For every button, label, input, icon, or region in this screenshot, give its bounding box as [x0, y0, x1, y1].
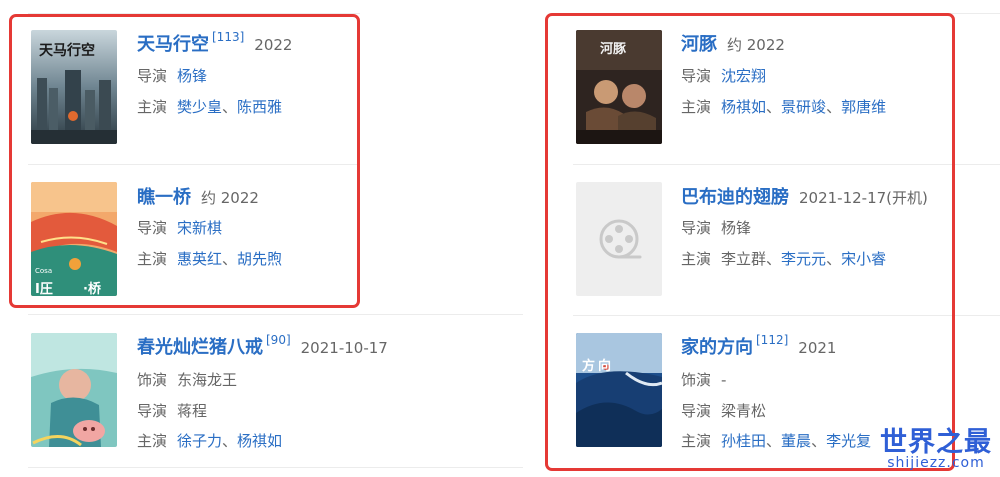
watermark-name: 世界之最	[880, 427, 992, 458]
divider-left-3	[28, 467, 523, 468]
director-label: 导演	[137, 402, 168, 420]
release-date: 2021-10-17	[300, 339, 388, 357]
film-title[interactable]: 春光灿烂猪八戒	[137, 333, 263, 359]
highlight-box-left	[9, 14, 360, 308]
watermark-domain: shijiezz.com	[887, 455, 985, 471]
cast-link[interactable]: 杨祺如	[237, 432, 282, 450]
reference-link[interactable]: [90]	[266, 333, 291, 347]
poster-zhubajie[interactable]	[31, 333, 117, 447]
starring-label: 主演	[137, 432, 168, 450]
director-name: 蒋程	[177, 402, 208, 420]
separator: 、	[222, 432, 238, 450]
watermark: 世界之最 shijiezz.com	[880, 420, 992, 471]
divider-left-2	[28, 314, 523, 315]
voice-label: 饰演	[137, 371, 168, 389]
cast-link[interactable]: 徐子力	[177, 432, 222, 450]
role-value: 东海龙王	[177, 371, 238, 389]
highlight-box-right	[545, 13, 955, 471]
